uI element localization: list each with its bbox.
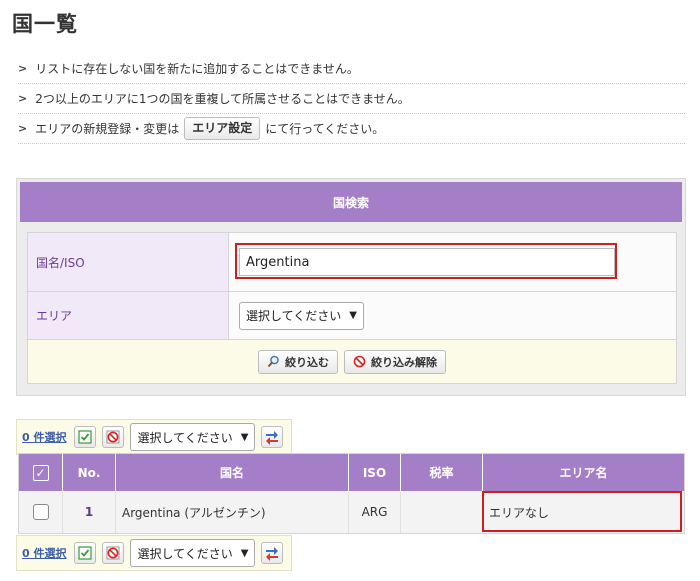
swap-arrows-icon: [266, 547, 279, 561]
column-header-area: エリア名: [559, 466, 608, 480]
search-row-area: エリア 選択してください ▼: [27, 292, 677, 340]
header-select-cell: ✓: [19, 454, 63, 491]
execute-action-button[interactable]: [261, 426, 284, 448]
column-header-no: No.: [63, 454, 116, 491]
note-item: > エリアの新規登録・変更は エリア設定 にて行ってください。: [18, 114, 685, 144]
select-all-button[interactable]: [74, 426, 97, 448]
bulk-action-select[interactable]: 選択してください ▼: [130, 539, 256, 567]
bulk-toolbar-bottom: 0 件選択 選択してください ▼: [16, 535, 292, 571]
chevron-right-icon: >: [18, 62, 28, 75]
selected-count-link[interactable]: 0 件選択: [22, 429, 66, 445]
select-all-button[interactable]: [74, 542, 97, 564]
deselect-all-button[interactable]: [102, 542, 125, 564]
bulk-action-select[interactable]: 選択してください ▼: [130, 423, 256, 451]
note-text: エリアの新規登録・変更は: [35, 122, 180, 136]
row-country-name: Argentina (アルゼンチン): [116, 491, 349, 533]
swap-arrows-icon: [266, 431, 279, 445]
note-text: リストに存在しない国を新たに追加することはできません。: [35, 62, 359, 76]
bulk-toolbar-top: 0 件選択 選択してください ▼: [16, 419, 292, 455]
row-tax: [401, 491, 483, 533]
area-settings-button[interactable]: エリア設定: [184, 117, 261, 140]
note-text: にて行ってください。: [265, 122, 385, 136]
table-header: ✓ No. 国名 ISO 税率 エリア名: [19, 454, 684, 491]
bulk-action-select-value: 選択してください: [137, 546, 233, 561]
chevron-down-icon: ▼: [349, 310, 357, 321]
clear-filter-button-label: 絞り込み解除: [371, 355, 437, 369]
search-form: 国名/ISO エリア 選択してください ▼ 絞り込む: [27, 232, 677, 384]
chevron-down-icon: ▼: [240, 547, 249, 559]
note-item: > リストに存在しない国を新たに追加することはできません。: [18, 54, 685, 84]
filter-button[interactable]: 絞り込む: [258, 349, 338, 374]
search-header: 国検索: [20, 182, 682, 222]
row-iso: ARG: [349, 491, 401, 533]
row-area-name: エリアなし: [489, 505, 550, 520]
area-label: エリア: [28, 292, 229, 339]
row-no: 1: [63, 491, 116, 533]
table-row: 1 Argentina (アルゼンチン) ARG エリアなし: [19, 491, 684, 533]
note-text: 2つ以上のエリアに1つの国を重複して所属させることはできません。: [35, 92, 410, 106]
clear-filter-button[interactable]: 絞り込み解除: [344, 349, 446, 374]
checkbox-checked-icon: [78, 546, 93, 560]
row-checkbox[interactable]: [32, 504, 49, 520]
note-item: > 2つ以上のエリアに1つの国を重複して所属させることはできません。: [18, 84, 685, 114]
area-select[interactable]: 選択してください ▼: [239, 301, 364, 330]
country-results-table: ✓ No. 国名 ISO 税率 エリア名 1 Argentina (アルゼンチン…: [18, 453, 685, 534]
name-iso-field-cell: [229, 233, 676, 291]
execute-action-button[interactable]: [261, 542, 284, 564]
no-entry-icon: [353, 355, 366, 368]
filter-actions: 絞り込む 絞り込み解除: [27, 340, 677, 384]
row-select-cell: [19, 491, 63, 533]
chevron-right-icon: >: [18, 92, 28, 105]
magnifier-icon: [267, 355, 279, 368]
name-iso-label: 国名/ISO: [28, 233, 229, 291]
chevron-right-icon: >: [18, 122, 28, 135]
bulk-action-select-value: 選択してください: [137, 430, 233, 445]
page-title: 国一覧: [12, 12, 78, 36]
no-entry-icon: [106, 430, 120, 444]
deselect-all-button[interactable]: [102, 426, 125, 448]
header-checkbox[interactable]: ✓: [32, 464, 49, 481]
selected-count-link[interactable]: 0 件選択: [22, 545, 66, 561]
notes-list: > リストに存在しない国を新たに追加することはできません。 > 2つ以上のエリア…: [18, 54, 685, 144]
search-row-name: 国名/ISO: [27, 232, 677, 292]
chevron-down-icon: ▼: [240, 431, 249, 443]
no-entry-icon: [106, 546, 120, 560]
filter-button-label: 絞り込む: [285, 355, 329, 369]
column-header-tax: 税率: [401, 454, 483, 491]
column-header-iso: ISO: [349, 454, 401, 491]
column-header-name: 国名: [116, 454, 349, 491]
area-select-value: 選択してください: [246, 309, 342, 323]
area-field-cell: 選択してください ▼: [229, 292, 676, 339]
country-search-panel: 国検索 国名/ISO エリア 選択してください ▼ 絞り込む: [16, 178, 686, 396]
name-iso-input[interactable]: [239, 248, 615, 276]
checkbox-checked-icon: [78, 430, 93, 444]
